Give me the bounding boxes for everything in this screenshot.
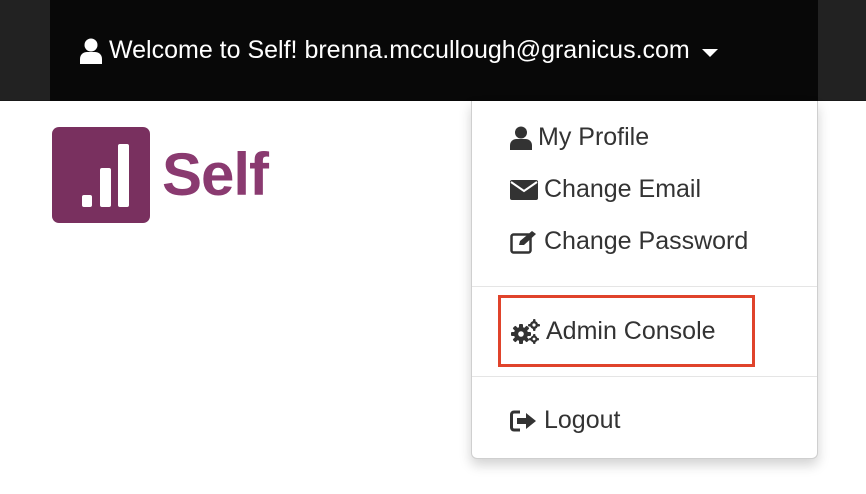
- user-dropdown-menu: My Profile Change Email Change Password: [471, 101, 818, 459]
- self-logo[interactable]: Self: [52, 127, 269, 223]
- user-icon: [80, 38, 102, 64]
- menu-item-change-email[interactable]: Change Email: [510, 175, 701, 204]
- envelope-icon: [510, 179, 538, 200]
- menu-item-logout[interactable]: Logout: [510, 406, 620, 435]
- menu-item-label: My Profile: [538, 123, 650, 151]
- caret-down-icon: [701, 48, 718, 57]
- menu-divider: [472, 286, 817, 287]
- user-menu-toggle[interactable]: Welcome to Self! brenna.mccullough@grani…: [50, 0, 818, 101]
- sign-out-icon: [510, 410, 538, 432]
- menu-item-change-password[interactable]: Change Password: [510, 227, 748, 256]
- logo-text: Self: [162, 141, 269, 208]
- menu-item-my-profile[interactable]: My Profile: [510, 123, 649, 152]
- logo-mark-icon: [52, 127, 150, 223]
- top-navbar: Welcome to Self! brenna.mccullough@grani…: [0, 0, 866, 101]
- welcome-text: Welcome to Self! brenna.mccullough@grani…: [109, 36, 690, 64]
- menu-item-label: Change Password: [544, 227, 749, 255]
- edit-icon: [510, 230, 538, 254]
- menu-item-label: Logout: [544, 406, 621, 434]
- menu-item-label: Change Email: [544, 175, 702, 203]
- highlight-box: [498, 295, 755, 367]
- menu-divider: [472, 376, 817, 377]
- user-icon: [510, 126, 532, 150]
